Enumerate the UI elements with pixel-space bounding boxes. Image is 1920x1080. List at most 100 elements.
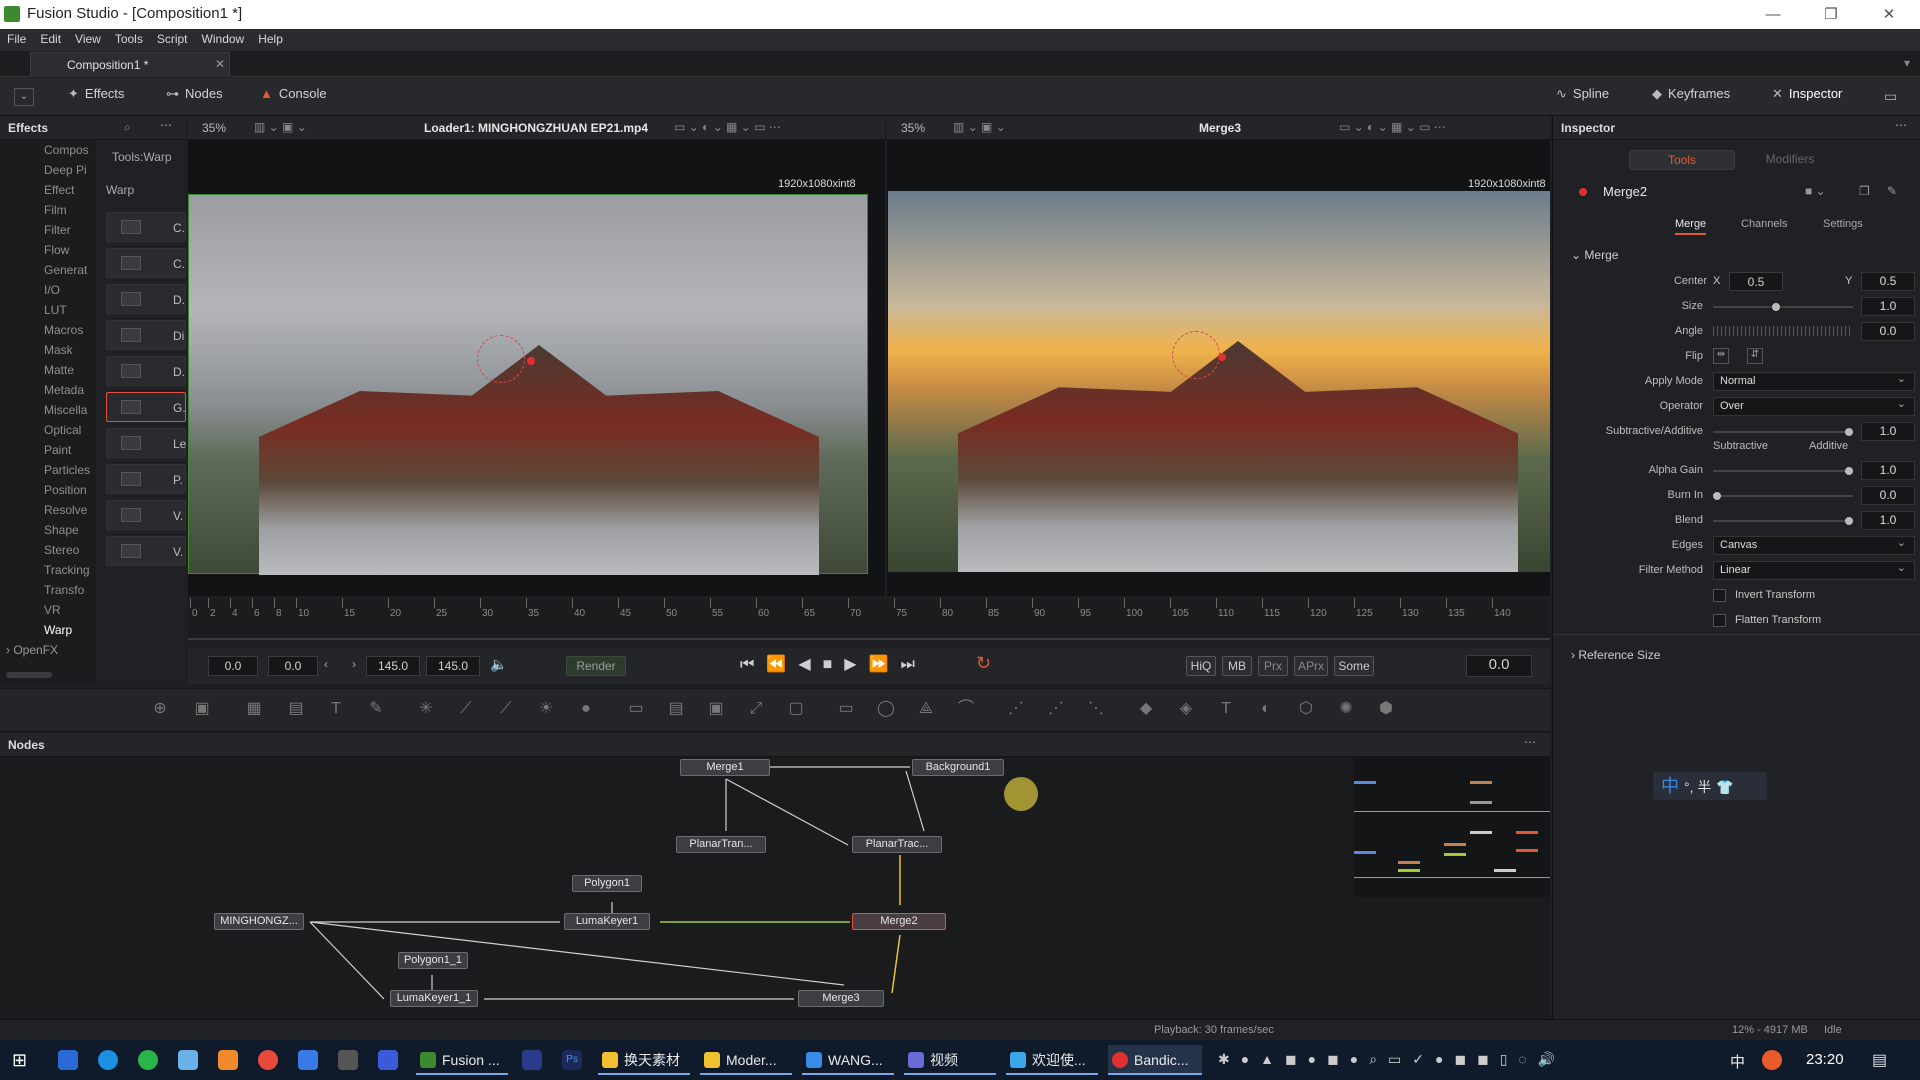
more-options-icon[interactable]: ⋯ (160, 118, 172, 132)
category-item[interactable]: Stereo (44, 543, 90, 557)
taskbar-folder-2[interactable]: Moder... (700, 1045, 792, 1075)
subtab-channels[interactable]: Channels (1741, 218, 1787, 230)
search-icon[interactable]: ⌕ (124, 120, 131, 135)
nodes-button[interactable]: ⊶ Nodes (166, 86, 223, 108)
particles-tool-icon[interactable]: ✳ (416, 699, 436, 719)
subtab-settings[interactable]: Settings (1823, 218, 1863, 230)
transform-tool-icon[interactable]: ▢ (786, 699, 806, 719)
global-end-field[interactable]: 145.0 (426, 656, 480, 676)
bspline-mask-icon[interactable]: ⌒ (956, 699, 976, 719)
curve-tool-icon[interactable]: ⟋ (496, 699, 516, 719)
tool-item[interactable]: P. (106, 464, 186, 494)
filter-method-dropdown[interactable]: Linear (1713, 560, 1915, 580)
node-lumakeyer1[interactable]: LumaKeyer1 (564, 913, 650, 930)
size-slider[interactable] (1713, 303, 1853, 311)
alpha-gain-field[interactable]: 1.0 (1861, 461, 1915, 480)
openfx-category[interactable]: › OpenFX (6, 643, 58, 657)
node-polygon1-1[interactable]: Polygon1_1 (398, 952, 468, 969)
left-viewer-layout-icon[interactable]: ▥ ⌄ ▣ ⌄ (254, 120, 307, 134)
node-lumakeyer1-1[interactable]: LumaKeyer1_1 (390, 990, 478, 1007)
center-y-field[interactable]: 0.5 (1861, 272, 1915, 291)
alpha-gain-slider[interactable] (1713, 467, 1853, 475)
menu-file[interactable]: File (0, 29, 33, 49)
prx-button[interactable]: Prx (1258, 656, 1288, 676)
tool-item[interactable]: D. (106, 284, 186, 314)
close-button[interactable]: ✕ (1860, 0, 1918, 29)
taskbar-folder-1[interactable]: 换天素材 (598, 1045, 690, 1075)
size-field[interactable]: 1.0 (1861, 297, 1915, 316)
shape3d-tool-icon[interactable]: ◆ (1136, 699, 1156, 719)
composition-tab[interactable]: Composition1 * ✕ (30, 52, 230, 77)
more-options-icon[interactable]: ⋯ (1895, 118, 1907, 132)
category-item[interactable]: Deep Pi (44, 163, 90, 177)
more-options-icon[interactable]: ⋯ (1524, 735, 1536, 749)
taskbar-wang[interactable]: WANG... (802, 1045, 894, 1075)
blend-slider[interactable] (1713, 517, 1853, 525)
aprx-button[interactable]: APrx (1294, 656, 1328, 676)
tool-item[interactable]: Di (106, 320, 186, 350)
flip-horizontal-icon[interactable]: ⇹ (1713, 348, 1729, 364)
screen-layout-icon[interactable]: ▭ (1884, 88, 1897, 105)
category-item[interactable]: Transfo (44, 583, 90, 597)
flatten-transform-checkbox[interactable] (1713, 614, 1726, 627)
text-tool-icon[interactable]: T (326, 699, 346, 719)
rectangle-mask-icon[interactable]: ▭ (836, 699, 856, 719)
right-viewer-layout-icon[interactable]: ▥ ⌄ ▣ ⌄ (953, 120, 1006, 134)
clock[interactable]: 23:20 (1806, 1051, 1844, 1068)
light-tool-icon[interactable]: ✺ (1336, 699, 1356, 719)
category-item[interactable]: Tracking (44, 563, 90, 577)
tool-item[interactable]: Le (106, 428, 186, 458)
channel-tool-icon[interactable]: ▤ (666, 699, 686, 719)
inspector-button[interactable]: ✕ Inspector (1772, 86, 1842, 108)
pin-icon[interactable]: ✎ (1887, 184, 1897, 198)
tool-item[interactable]: V. (106, 500, 186, 530)
camera3d-tool-icon[interactable]: ◐ (1256, 699, 1276, 719)
slider-knob[interactable] (1772, 303, 1781, 311)
category-item[interactable]: Macros (44, 323, 90, 337)
right-viewer-zoom[interactable]: 35% (901, 121, 925, 135)
console-button[interactable]: ▲ Console (260, 86, 327, 108)
bg-tool-icon[interactable]: ⊕ (150, 699, 170, 719)
camera-icon[interactable] (378, 1050, 398, 1070)
slider-knob[interactable] (1845, 467, 1853, 475)
audio-icon[interactable]: 🔈 (490, 656, 507, 673)
category-item[interactable]: Generat (44, 263, 90, 277)
menu-view[interactable]: View (68, 29, 108, 49)
ellipse-mask-icon[interactable]: ◯ (876, 699, 896, 719)
taskbar-app-icon[interactable] (58, 1050, 78, 1070)
node-background1[interactable]: Background1 (912, 759, 1004, 776)
angle-field[interactable]: 0.0 (1861, 322, 1915, 341)
category-item[interactable]: Shape (44, 523, 90, 537)
sogou-icon[interactable] (1762, 1050, 1782, 1070)
node-polygon1[interactable]: Polygon1 (572, 875, 642, 892)
menu-window[interactable]: Window (195, 29, 252, 49)
ime-toolbar[interactable]: 中 °, 半 👕 (1653, 772, 1767, 800)
maximize-button[interactable]: ❐ (1802, 0, 1860, 29)
notification-icon[interactable]: ▤ (1872, 1050, 1887, 1070)
hiq-button[interactable]: HiQ (1186, 656, 1216, 676)
node-merge2[interactable]: Merge2 (852, 913, 946, 930)
loop-icon[interactable]: ↻ (976, 653, 991, 674)
polygon-mask-icon[interactable]: ⟁ (916, 699, 936, 719)
chevron-left-icon[interactable]: ‹ (324, 657, 328, 671)
merge-section-header[interactable]: ⌄ Merge (1571, 248, 1618, 262)
category-item[interactable]: Compos (44, 143, 90, 157)
tab-tools[interactable]: Tools (1629, 150, 1735, 170)
camera-tracker-icon[interactable]: ⋱ (1086, 699, 1106, 719)
category-item[interactable]: Warp (44, 623, 90, 637)
imageplane-tool-icon[interactable]: ⬡ (1296, 699, 1316, 719)
keyframes-button[interactable]: ◆ Keyframes (1652, 86, 1730, 108)
category-item[interactable]: Effect (44, 183, 90, 197)
category-scrollbar[interactable] (6, 672, 52, 678)
invert-transform-checkbox[interactable] (1713, 589, 1726, 602)
tracker-tool-icon[interactable]: ⋰ (1006, 699, 1026, 719)
menu-script[interactable]: Script (150, 29, 195, 49)
blend-field[interactable]: 1.0 (1861, 511, 1915, 530)
node-planartracker1[interactable]: PlanarTran... (676, 836, 766, 853)
taskbar-fusion[interactable]: Fusion ... (416, 1045, 508, 1075)
spline-button[interactable]: ∿ Spline (1556, 86, 1609, 108)
right-viewer-options-icon[interactable]: ▭ ⌄ ◐ ⌄ ▦ ⌄ ▭ ⋯ (1339, 120, 1446, 134)
category-item[interactable]: Particles (44, 463, 90, 477)
render-start-field[interactable]: 0.0 (268, 656, 318, 676)
panel-toggle-icon[interactable]: ⌄ (14, 88, 34, 106)
